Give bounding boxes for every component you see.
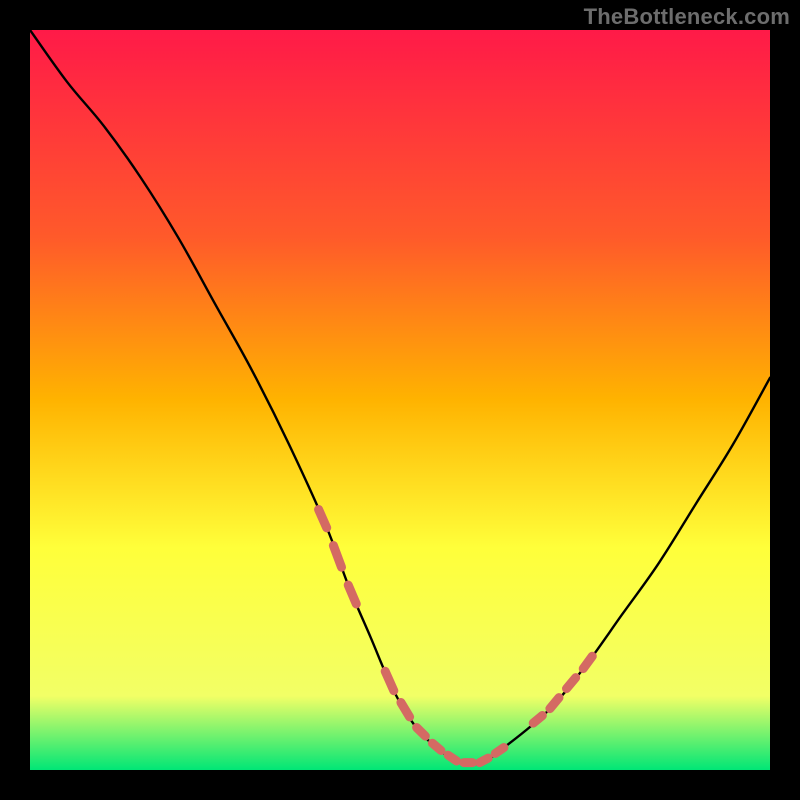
attribution-label: TheBottleneck.com [584, 4, 790, 30]
highlight-dash [432, 743, 441, 750]
highlight-dash [417, 728, 426, 737]
bottleneck-chart [30, 30, 770, 770]
highlight-dash [495, 748, 504, 754]
highlight-dash [533, 716, 542, 724]
gradient-background [30, 30, 770, 770]
highlight-dash [448, 755, 457, 761]
chart-frame [30, 30, 770, 770]
highlight-dash [480, 758, 489, 763]
